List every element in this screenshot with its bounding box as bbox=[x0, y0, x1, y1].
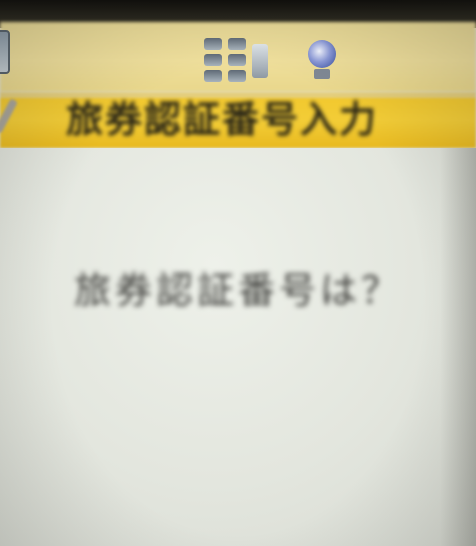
passport-number-prompt: 旅券認証番号は？ bbox=[74, 269, 402, 312]
globe-icon[interactable] bbox=[306, 36, 338, 82]
battery-icon bbox=[0, 30, 10, 74]
screen-edge-shadow bbox=[440, 148, 476, 546]
main-content bbox=[0, 148, 476, 546]
back-icon[interactable] bbox=[0, 94, 24, 136]
grid-menu-icon[interactable] bbox=[204, 38, 270, 86]
phone-screen: 旅券認証番号入力 旅券認証番号は？ bbox=[0, 0, 476, 546]
page-title: 旅券認証番号入力 bbox=[66, 98, 378, 141]
